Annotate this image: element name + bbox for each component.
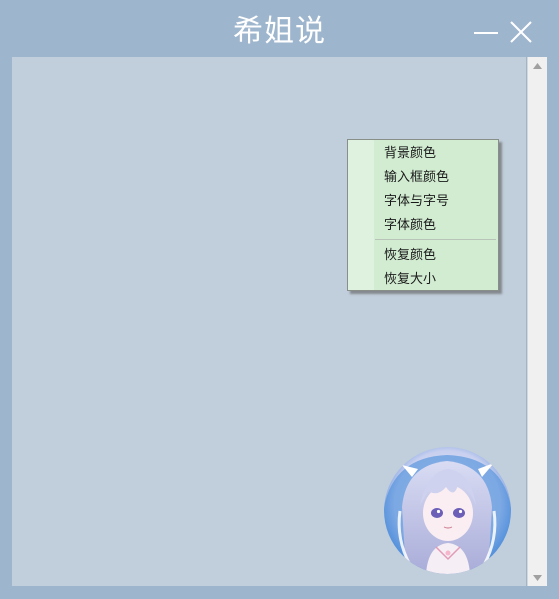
menu-item-label: 字体颜色 <box>384 218 437 233</box>
close-icon <box>510 21 532 43</box>
menu-item-font-and-size[interactable]: 字体与字号 <box>349 190 497 213</box>
title-bar[interactable]: 希姐说 <box>0 0 559 56</box>
menu-item-restore-size[interactable]: 恢复大小 <box>349 268 497 291</box>
menu-item-font-color[interactable]: 字体颜色 <box>349 214 497 237</box>
menu-item-background-color[interactable]: 背景颜色 <box>349 142 497 165</box>
assistant-avatar[interactable] <box>384 447 511 574</box>
menu-item-label: 恢复大小 <box>384 272 437 287</box>
scroll-down-arrow-icon <box>533 574 542 581</box>
scroll-up-arrow-icon <box>533 62 542 69</box>
minimize-button[interactable] <box>472 18 500 46</box>
menu-separator <box>375 239 496 240</box>
context-menu: 背景颜色 输入框颜色 字体与字号 字体颜色 恢复颜色 恢复大小 <box>347 139 499 291</box>
minimize-icon <box>474 32 498 34</box>
menu-item-label: 背景颜色 <box>384 146 437 161</box>
close-button[interactable] <box>507 18 535 46</box>
menu-item-label: 恢复颜色 <box>384 248 437 263</box>
menu-item-input-box-color[interactable]: 输入框颜色 <box>349 166 497 189</box>
menu-item-restore-color[interactable]: 恢复颜色 <box>349 244 497 267</box>
menu-item-label: 输入框颜色 <box>384 170 450 185</box>
scroll-down-button[interactable] <box>528 569 547 586</box>
chat-window: 希姐说 背景颜色 输入框颜色 字体与字号 字体颜色 恢复颜色 恢复大小 <box>0 0 559 599</box>
anime-girl-avatar-icon <box>384 447 511 574</box>
scroll-up-button[interactable] <box>528 57 547 74</box>
vertical-scrollbar[interactable] <box>527 57 547 586</box>
menu-item-label: 字体与字号 <box>384 194 450 209</box>
